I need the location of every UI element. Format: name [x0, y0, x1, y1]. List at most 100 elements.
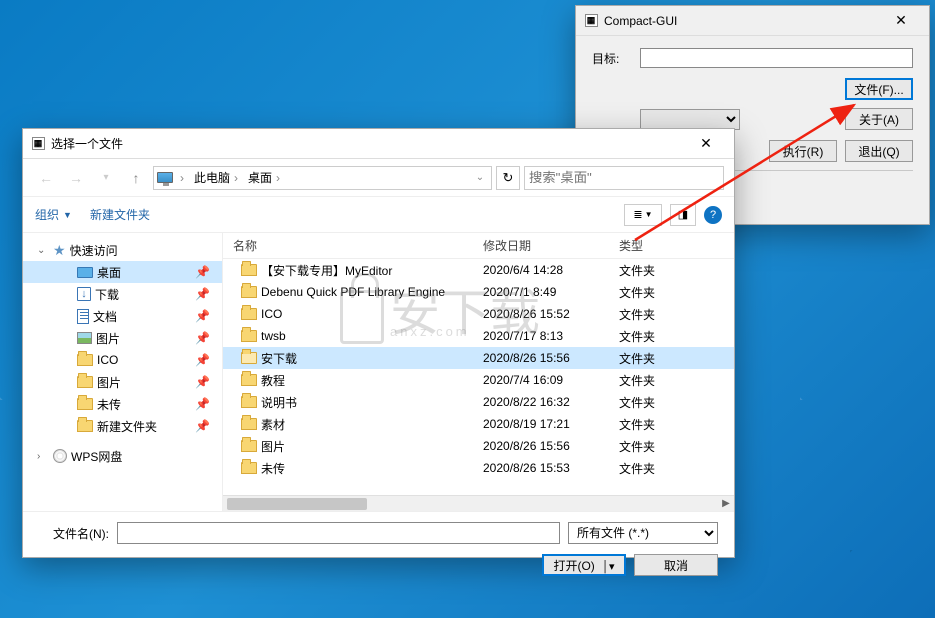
- file-type-filter[interactable]: 所有文件 (*.*): [568, 522, 718, 544]
- file-date: 2020/7/4 16:09: [483, 373, 613, 387]
- filename-input[interactable]: [117, 522, 560, 544]
- search-input[interactable]: [524, 166, 724, 190]
- execute-button[interactable]: 执行(R): [769, 140, 837, 162]
- file-button[interactable]: 文件(F)...: [845, 78, 913, 100]
- refresh-button[interactable]: ↻: [496, 166, 520, 190]
- nav-forward-button[interactable]: →: [63, 165, 89, 191]
- pin-icon: 📌: [195, 353, 210, 367]
- pin-icon: 📌: [195, 375, 210, 389]
- file-row[interactable]: twsb 2020/7/17 8:13文件夹: [223, 325, 734, 347]
- nav-recent-button[interactable]: ▾: [93, 165, 119, 191]
- file-row[interactable]: 教程2020/7/4 16:09文件夹: [223, 369, 734, 391]
- tree-item-ICO[interactable]: ICO📌: [23, 349, 222, 371]
- dialog-toolbar: 组织 ▼ 新建文件夹 ≣ ▼ ◨ ?: [23, 197, 734, 233]
- tree-item-图片[interactable]: 图片📌: [23, 371, 222, 393]
- preview-toggle-button[interactable]: ◨: [670, 204, 696, 226]
- view-mode-button[interactable]: ≣ ▼: [624, 204, 662, 226]
- app-icon: ▦: [31, 137, 45, 151]
- target-input[interactable]: [640, 48, 913, 68]
- file-dialog-close-button[interactable]: ✕: [686, 130, 726, 158]
- folder-icon: [241, 306, 257, 322]
- compact-gui-close-button[interactable]: ✕: [881, 7, 921, 35]
- tree-item-未传[interactable]: 未传📌: [23, 393, 222, 415]
- open-button[interactable]: 打开(O) │▾: [542, 554, 626, 576]
- file-type: 文件夹: [613, 394, 734, 411]
- file-name: twsb: [261, 329, 286, 343]
- new-folder-button[interactable]: 新建文件夹: [90, 206, 150, 223]
- crumb-this-pc[interactable]: 此电脑›: [190, 167, 242, 189]
- file-date: 2020/8/26 15:52: [483, 307, 613, 321]
- expand-icon[interactable]: ⌄: [37, 245, 45, 256]
- path-dropdown-icon[interactable]: ⌄: [471, 165, 489, 191]
- wps-icon: [53, 449, 67, 463]
- file-date: 2020/7/17 8:13: [483, 329, 613, 343]
- crumb-desktop[interactable]: 桌面›: [244, 167, 284, 189]
- tree-item-桌面[interactable]: 桌面📌: [23, 261, 222, 283]
- folder-icon: [241, 284, 257, 300]
- file-row[interactable]: 素材2020/8/19 17:21文件夹: [223, 413, 734, 435]
- file-date: 2020/8/26 15:56: [483, 439, 613, 453]
- file-name: 未传: [261, 460, 285, 477]
- file-list: 名称 修改日期 类型 【安下载专用】MyEditor2020/6/4 14:28…: [223, 233, 734, 511]
- file-row[interactable]: 图片2020/8/26 15:56文件夹: [223, 435, 734, 457]
- star-icon: ★: [53, 242, 66, 259]
- folder-icon: [241, 394, 257, 410]
- file-row[interactable]: 未传2020/8/26 15:53文件夹: [223, 457, 734, 479]
- file-row[interactable]: 安下载2020/8/26 15:56文件夹: [223, 347, 734, 369]
- file-type: 文件夹: [613, 306, 734, 323]
- organize-menu[interactable]: 组织 ▼: [35, 206, 72, 223]
- file-date: 2020/8/26 15:53: [483, 461, 613, 475]
- tree-item-下载[interactable]: 下载📌: [23, 283, 222, 305]
- folder-icon: [241, 438, 257, 454]
- file-name: 素材: [261, 416, 285, 433]
- cancel-button[interactable]: 取消: [634, 554, 718, 576]
- compact-gui-titlebar[interactable]: ▦ Compact-GUI ✕: [576, 6, 929, 36]
- column-name[interactable]: 名称: [223, 237, 483, 254]
- pin-icon: 📌: [195, 287, 210, 301]
- file-row[interactable]: Debenu Quick PDF Library Engine2020/7/1 …: [223, 281, 734, 303]
- scrollbar-thumb[interactable]: [227, 498, 367, 510]
- folder-icon: [241, 350, 257, 366]
- file-dialog-titlebar[interactable]: ▦ 选择一个文件 ✕: [23, 129, 734, 159]
- tree-wps[interactable]: › WPS网盘: [23, 445, 222, 467]
- file-row[interactable]: 【安下载专用】MyEditor2020/6/4 14:28文件夹: [223, 259, 734, 281]
- folder-icon: [77, 354, 93, 366]
- file-list-body[interactable]: 【安下载专用】MyEditor2020/6/4 14:28文件夹Debenu Q…: [223, 259, 734, 495]
- tree-item-文档[interactable]: 文档📌: [23, 305, 222, 327]
- file-type: 文件夹: [613, 262, 734, 279]
- nav-back-button[interactable]: ←: [33, 165, 59, 191]
- column-headers[interactable]: 名称 修改日期 类型: [223, 233, 734, 259]
- column-date[interactable]: 修改日期: [483, 237, 613, 254]
- option-combo-1[interactable]: [640, 109, 740, 130]
- file-type: 文件夹: [613, 372, 734, 389]
- pin-icon: 📌: [195, 265, 210, 279]
- folder-icon: [241, 328, 257, 344]
- scroll-right-icon[interactable]: ▶: [718, 496, 734, 512]
- file-date: 2020/8/26 15:56: [483, 351, 613, 365]
- file-type: 文件夹: [613, 328, 734, 345]
- tree-quick-access[interactable]: ⌄ ★ 快速访问: [23, 239, 222, 261]
- file-row[interactable]: 说明书2020/8/22 16:32文件夹: [223, 391, 734, 413]
- folder-icon: [77, 398, 93, 410]
- folder-icon: [241, 416, 257, 432]
- column-type[interactable]: 类型: [613, 237, 734, 254]
- expand-icon[interactable]: ›: [37, 451, 40, 462]
- nav-up-button[interactable]: ↑: [123, 165, 149, 191]
- file-type: 文件夹: [613, 350, 734, 367]
- folder-icon: [77, 420, 93, 432]
- nav-tree[interactable]: ⌄ ★ 快速访问 桌面📌下载📌文档📌图片📌ICO📌图片📌未传📌新建文件夹📌 › …: [23, 233, 223, 511]
- help-button[interactable]: ?: [704, 206, 722, 224]
- horizontal-scrollbar[interactable]: ▶: [223, 495, 734, 511]
- folder-icon: [241, 372, 257, 388]
- pin-icon: 📌: [195, 397, 210, 411]
- desktop-icon: [77, 267, 93, 278]
- file-row[interactable]: ICO2020/8/26 15:52文件夹: [223, 303, 734, 325]
- exit-button[interactable]: 退出(Q): [845, 140, 913, 162]
- tree-item-新建文件夹[interactable]: 新建文件夹📌: [23, 415, 222, 437]
- breadcrumb-path[interactable]: › 此电脑› 桌面› ⌄: [153, 166, 492, 190]
- about-button[interactable]: 关于(A): [845, 108, 913, 130]
- file-name: 图片: [261, 438, 285, 455]
- crumb-root-sep[interactable]: ›: [176, 167, 188, 189]
- tree-item-图片[interactable]: 图片📌: [23, 327, 222, 349]
- pin-icon: 📌: [195, 331, 210, 345]
